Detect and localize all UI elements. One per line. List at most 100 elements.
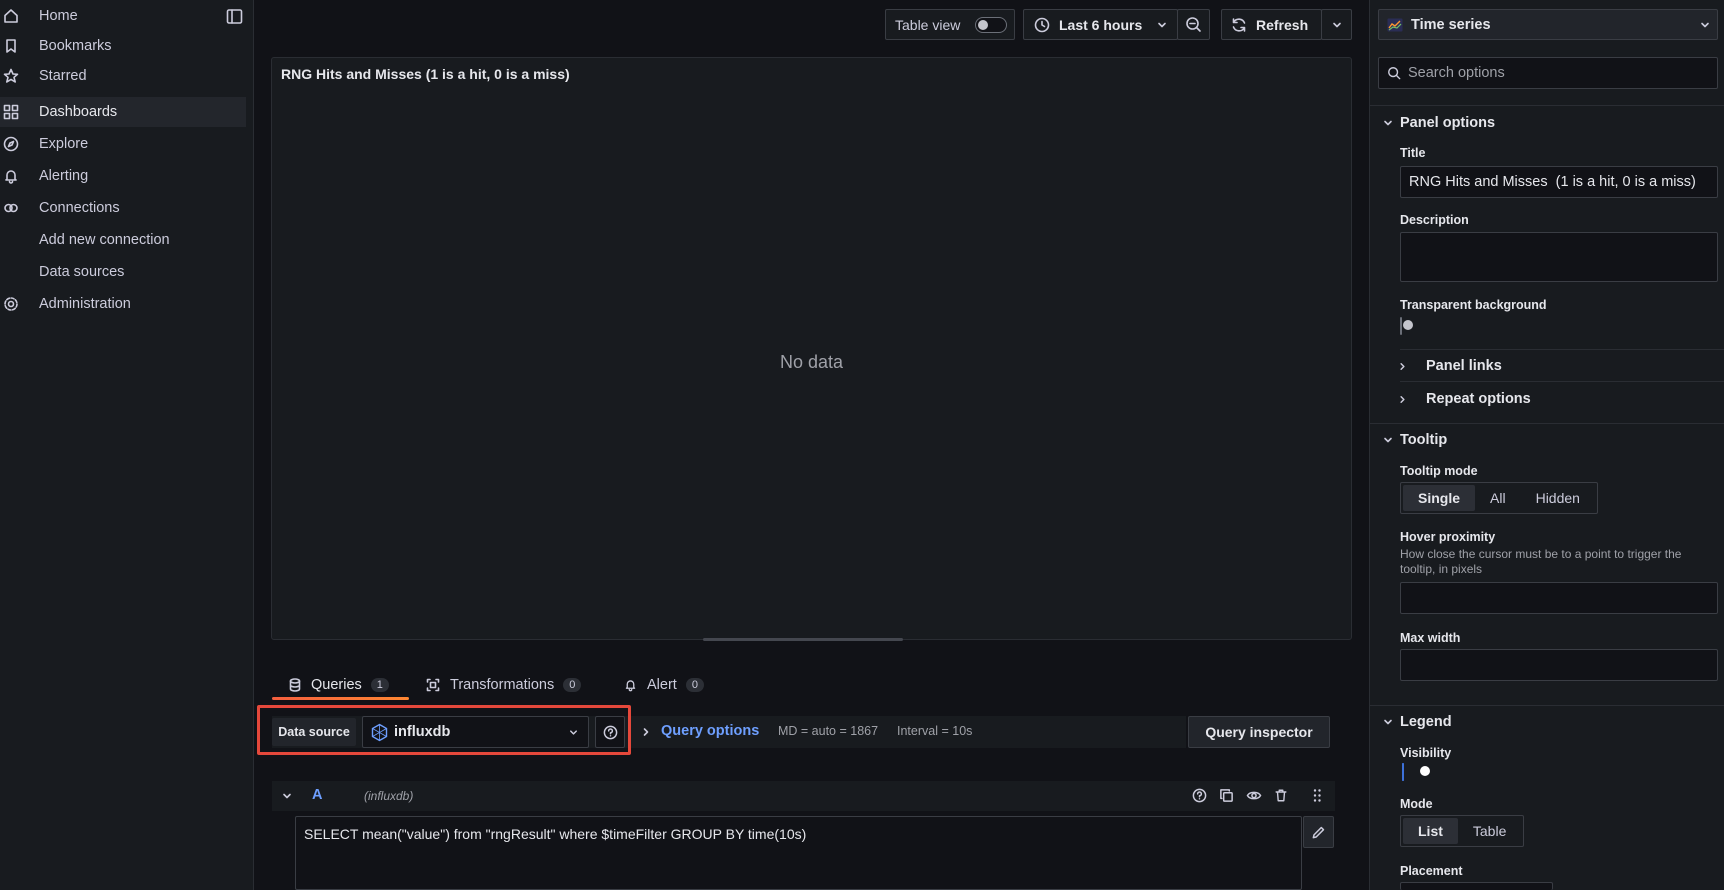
chevron-down-icon[interactable] xyxy=(281,790,293,802)
nav-item-alerting[interactable]: Alerting xyxy=(0,161,246,191)
copy-icon[interactable] xyxy=(1219,788,1234,803)
tab-label: Alert xyxy=(647,677,677,693)
tab-queries[interactable]: Queries 1 xyxy=(289,670,389,700)
legend-placement-group[interactable] xyxy=(1400,882,1553,890)
tooltip-mode-label: Tooltip mode xyxy=(1400,464,1478,478)
nav-item-label: Bookmarks xyxy=(39,38,112,54)
legend-placement-label: Placement xyxy=(1400,864,1463,878)
transparent-background-switch[interactable] xyxy=(1400,317,1413,335)
legend-visibility-label: Visibility xyxy=(1400,746,1452,760)
hover-proximity-label: Hover proximity xyxy=(1400,530,1496,544)
nav-item-label: Dashboards xyxy=(39,104,118,120)
pane-resize-handle[interactable] xyxy=(703,638,903,641)
panel-title: RNG Hits and Misses (1 is a hit, 0 is a … xyxy=(281,66,570,82)
nav-item-label: Add new connection xyxy=(39,232,170,248)
clock-icon xyxy=(1034,17,1050,33)
tab-count-badge: 0 xyxy=(563,678,582,692)
question-circle-icon[interactable] xyxy=(1192,788,1207,803)
section-title: Panel options xyxy=(1400,115,1496,131)
star-icon xyxy=(3,68,19,84)
nav-item-bookmarks[interactable]: Bookmarks xyxy=(0,31,246,61)
query-text-editor[interactable]: SELECT mean("value") from "rngResult" wh… xyxy=(295,816,1302,890)
nav-item-home[interactable]: Home xyxy=(0,1,246,31)
no-data-message: No data xyxy=(779,352,844,372)
table-view-label: Table view xyxy=(895,16,961,33)
tooltip-mode-all[interactable]: All xyxy=(1475,485,1521,511)
max-data-points-info: MD = auto = 1867 xyxy=(778,724,879,738)
chevron-down-icon xyxy=(1699,19,1711,31)
nav-item-label: Connections xyxy=(39,200,120,216)
bookmark-icon xyxy=(3,38,19,54)
hover-proximity-input[interactable] xyxy=(1400,582,1718,614)
chevron-right-icon[interactable] xyxy=(640,726,652,738)
refresh-icon xyxy=(1231,17,1247,33)
section-tooltip[interactable]: Tooltip xyxy=(1370,425,1724,455)
legend-mode-table[interactable]: Table xyxy=(1458,818,1521,844)
tab-transformations[interactable]: Transformations 0 xyxy=(426,670,582,700)
chevron-right-icon xyxy=(1397,394,1408,405)
zoom-out-button[interactable] xyxy=(1177,9,1210,40)
max-width-input[interactable] xyxy=(1400,649,1718,681)
table-view-switch[interactable] xyxy=(975,16,1007,33)
dock-menu-icon[interactable] xyxy=(226,8,243,25)
panel-links-label: Panel links xyxy=(1426,358,1502,374)
hover-proximity-description: How close the cursor must be to a point … xyxy=(1400,547,1682,576)
tab-alert[interactable]: Alert 0 xyxy=(624,670,704,700)
bell-icon xyxy=(624,678,637,692)
time-range-picker[interactable]: Last 6 hours xyxy=(1023,9,1178,40)
nav-item-connections[interactable]: Connections xyxy=(0,193,246,223)
visualization-type: Time series xyxy=(1411,16,1491,33)
refresh-interval-dropdown[interactable] xyxy=(1321,9,1352,40)
repeat-options-toggle[interactable]: Repeat options xyxy=(1400,391,1531,407)
query-inspector-button[interactable]: Query inspector xyxy=(1188,716,1330,748)
section-legend[interactable]: Legend xyxy=(1370,707,1724,737)
drag-handle-icon[interactable] xyxy=(1312,788,1322,803)
nav-item-data-sources[interactable]: Data sources xyxy=(0,257,246,287)
visualization-picker[interactable]: Time series xyxy=(1378,9,1718,40)
bell-icon xyxy=(3,168,19,184)
nav-item-add-new-connection[interactable]: Add new connection xyxy=(0,225,246,255)
transparent-background-label: Transparent background xyxy=(1400,298,1547,312)
legend-mode-list[interactable]: List xyxy=(1403,818,1458,844)
table-view-toggle[interactable]: Table view xyxy=(885,9,1015,40)
highlight-box xyxy=(257,705,631,755)
nav-sidebar: Home Bookmarks Starred Dashboards Explor… xyxy=(0,0,254,890)
title-label: Title xyxy=(1400,146,1426,160)
search-placeholder: Search options xyxy=(1408,65,1505,81)
query-options-link[interactable]: Query options xyxy=(661,723,759,739)
legend-visibility-switch[interactable] xyxy=(1402,763,1430,781)
nav-item-dashboards[interactable]: Dashboards xyxy=(0,97,246,127)
compass-icon xyxy=(3,136,19,152)
pen-icon xyxy=(1311,825,1326,840)
search-options-field[interactable]: Search options xyxy=(1378,57,1718,89)
panel-links-toggle[interactable]: Panel links xyxy=(1400,358,1502,374)
search-icon xyxy=(1387,66,1401,80)
section-panel-options[interactable]: Panel options xyxy=(1370,108,1724,138)
nav-item-starred[interactable]: Starred xyxy=(0,61,246,91)
nav-item-label: Explore xyxy=(39,136,89,152)
eye-icon[interactable] xyxy=(1246,788,1262,803)
nav-item-label: Starred xyxy=(39,68,87,84)
max-width-label: Max width xyxy=(1400,631,1461,645)
tab-count-badge: 0 xyxy=(685,678,704,692)
title-input[interactable]: RNG Hits and Misses (1 is a hit, 0 is a … xyxy=(1400,166,1718,198)
tooltip-mode-single[interactable]: Single xyxy=(1403,485,1476,511)
refresh-button[interactable]: Refresh xyxy=(1221,9,1322,40)
section-title: Legend xyxy=(1400,714,1452,730)
toggle-edit-mode-button[interactable] xyxy=(1303,816,1334,848)
nav-item-label: Data sources xyxy=(39,264,125,280)
legend-mode-group: List Table xyxy=(1400,815,1525,847)
description-textarea[interactable] xyxy=(1400,232,1718,282)
home-icon xyxy=(3,8,19,24)
nav-item-label: Alerting xyxy=(39,168,89,184)
nav-item-explore[interactable]: Explore xyxy=(0,129,246,159)
tooltip-mode-hidden[interactable]: Hidden xyxy=(1521,485,1595,511)
description-label: Description xyxy=(1400,213,1469,227)
chevron-down-icon xyxy=(1382,434,1394,446)
repeat-options-label: Repeat options xyxy=(1426,391,1531,407)
gear-icon xyxy=(3,296,19,312)
tooltip-mode-group: Single All Hidden xyxy=(1400,482,1598,514)
query-ref-id[interactable]: A xyxy=(312,787,322,803)
nav-item-administration[interactable]: Administration xyxy=(0,289,246,319)
trash-icon[interactable] xyxy=(1274,788,1288,803)
